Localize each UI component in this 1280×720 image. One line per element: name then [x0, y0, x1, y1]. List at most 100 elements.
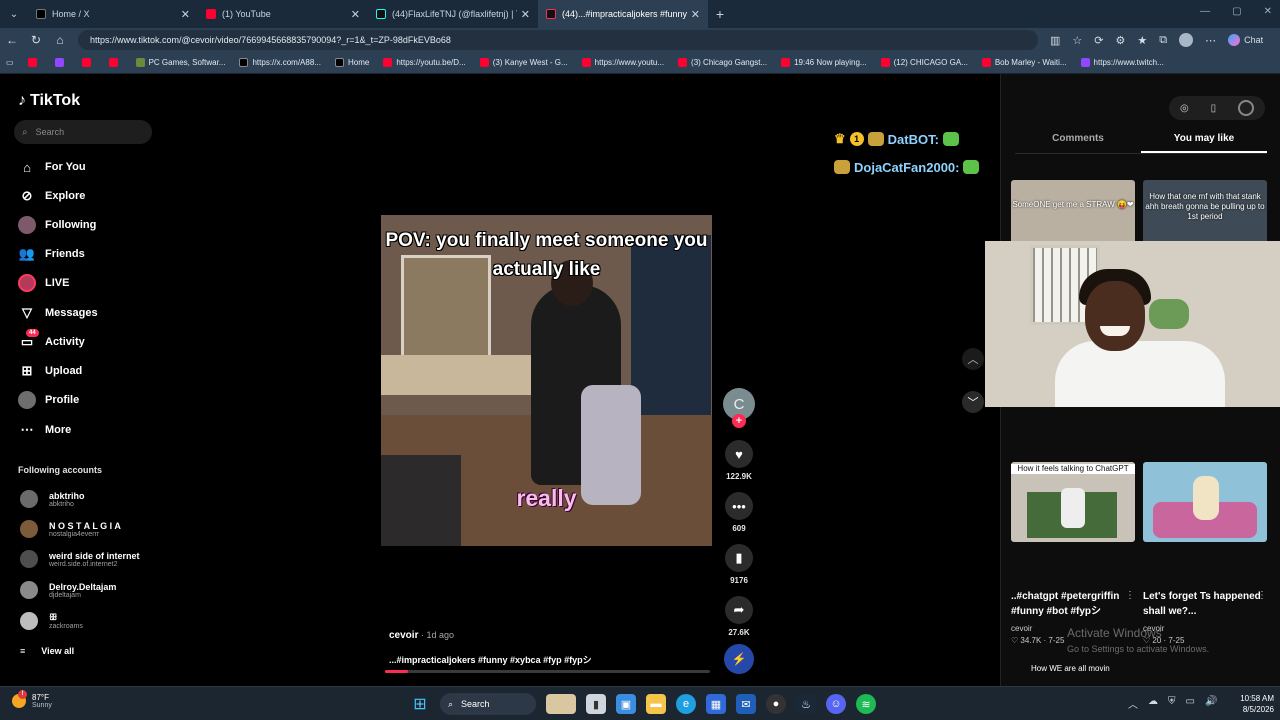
favorites-icon[interactable]: ★: [1137, 34, 1147, 47]
taskbar-search[interactable]: ⌕ Search: [440, 693, 536, 715]
minimize-icon[interactable]: —: [1200, 6, 1210, 17]
close-window-icon[interactable]: ✕: [1264, 6, 1272, 17]
comment-button[interactable]: ••• 609: [722, 492, 756, 533]
back-icon[interactable]: ←: [0, 33, 24, 47]
store-icon[interactable]: ▦: [706, 694, 726, 714]
nav-profile[interactable]: Profile: [18, 389, 79, 411]
previous-video-button[interactable]: ︿: [962, 348, 984, 370]
windows-start-icon[interactable]: ⊞: [410, 694, 430, 714]
close-icon[interactable]: ✕: [691, 8, 700, 21]
tab-you-may-like[interactable]: You may like: [1141, 124, 1267, 153]
security-icon[interactable]: ⛨: [1168, 696, 1176, 711]
split-screen-icon[interactable]: ▥: [1050, 34, 1060, 47]
close-icon[interactable]: ✕: [351, 8, 360, 21]
following-account[interactable]: weird side of internet weird.side.of.inte…: [20, 550, 140, 568]
nav-explore[interactable]: ⊘ Explore: [18, 185, 86, 207]
rec-author[interactable]: cevoir: [1011, 624, 1032, 633]
tab-comments[interactable]: Comments: [1015, 124, 1141, 153]
nav-upload[interactable]: ⊞ Upload: [18, 360, 83, 382]
nav-friends[interactable]: 👥 Friends: [18, 243, 85, 265]
nav-for-you[interactable]: ⌂ For You: [18, 156, 85, 178]
bookmark-item[interactable]: https://www.youtu...: [581, 58, 664, 67]
bookmark-item[interactable]: Bob Marley - Waiti...: [981, 58, 1067, 67]
bookmark-item[interactable]: PC Games, Softwar...: [135, 58, 225, 67]
rec-more-icon[interactable]: ⋮: [1125, 590, 1135, 601]
edge-icon[interactable]: e: [676, 694, 696, 714]
network-icon[interactable]: ▭: [1186, 696, 1195, 711]
bookmark-item[interactable]: [81, 58, 95, 67]
following-account[interactable]: ꕥ zackroams: [20, 612, 83, 630]
loading-icon[interactable]: [1238, 100, 1255, 116]
bookmark-item[interactable]: (12) CHICAGO GA...: [880, 58, 968, 67]
cloud-icon[interactable]: ☁: [1148, 696, 1158, 711]
close-icon[interactable]: ✕: [521, 8, 530, 21]
bookmark-item[interactable]: https://x.com/A88...: [239, 58, 321, 67]
rec-thumbnail[interactable]: How it feels talking to ChatGPT: [1011, 462, 1135, 542]
rec-title[interactable]: ..#chatgpt #petergriffin #funny #bot #fy…: [1011, 590, 1135, 619]
maximize-icon[interactable]: ▢: [1232, 6, 1241, 17]
bookmark-item[interactable]: 19:46 Now playing...: [781, 58, 867, 67]
bookmark-menu-icon[interactable]: ▭: [6, 58, 14, 67]
spotify-icon[interactable]: ≋: [856, 694, 876, 714]
outlook-icon[interactable]: ✉: [736, 694, 756, 714]
favorite-star-icon[interactable]: ☆: [1072, 34, 1082, 47]
app-notification-icon[interactable]: ●: [766, 694, 786, 714]
file-icon[interactable]: ▮: [586, 694, 606, 714]
more-options-icon[interactable]: ⋯: [1205, 34, 1216, 47]
rec-thumbnail[interactable]: [1143, 462, 1267, 542]
home-icon[interactable]: ⌂: [48, 33, 72, 47]
video-author[interactable]: cevoir: [389, 630, 418, 641]
like-button[interactable]: ♥ 122.9K: [722, 440, 756, 481]
chevron-up-icon[interactable]: ︿: [1128, 696, 1138, 711]
weather-widget[interactable]: ! 87°F Sunny: [12, 690, 52, 709]
volume-icon[interactable]: 🔊: [1205, 696, 1217, 711]
steam-icon[interactable]: ♨: [796, 694, 816, 714]
refresh-icon[interactable]: ↻: [24, 33, 48, 47]
taskbar-clock[interactable]: 10:58 AM 8/5/2026: [1230, 693, 1274, 715]
save-button[interactable]: ▮ 9176: [722, 544, 756, 585]
tab-x-home[interactable]: Home / X ✕: [28, 0, 198, 28]
bookmark-item[interactable]: [27, 58, 41, 67]
bookmark-item[interactable]: [54, 58, 68, 67]
bookmark-item[interactable]: Home: [334, 58, 369, 67]
nav-more[interactable]: ⋯ More: [18, 419, 72, 441]
bookmark-item[interactable]: https://www.twitch...: [1080, 58, 1164, 67]
tracking-icon[interactable]: ⚙: [1116, 34, 1126, 47]
nav-following[interactable]: Following: [18, 214, 96, 236]
bookmark-item[interactable]: (3) Chicago Gangst...: [678, 58, 767, 67]
tab-tiktok-video[interactable]: (44)...#impracticaljokers #funny # ✕: [538, 0, 708, 28]
new-tab-button[interactable]: +: [708, 6, 732, 22]
profile-avatar[interactable]: [1179, 33, 1194, 47]
rec-title[interactable]: Let's forget Ts happened shall we?...: [1143, 590, 1267, 619]
nav-activity[interactable]: ▭ 44 Activity: [18, 329, 85, 353]
music-disc-icon[interactable]: ⚡: [724, 644, 754, 674]
bookmark-item[interactable]: https://youtu.be/D...: [383, 58, 466, 67]
tab-tiktok-profile[interactable]: (44)FlaxLifeTNJ (@flaxlifetnj) | TikT ✕: [368, 0, 538, 28]
nav-messages[interactable]: ▽ Messages: [18, 302, 98, 324]
bookmark-item[interactable]: (3) Kanye West - G...: [479, 58, 568, 67]
compass-icon[interactable]: ◎: [1180, 103, 1189, 114]
tab-actions-chevron-icon[interactable]: ⌄: [0, 9, 28, 20]
video-player[interactable]: POV: you finally meet someone you actual…: [381, 215, 712, 546]
following-account[interactable]: N O S T A L G I Anostalgia4everrr: [20, 520, 121, 538]
follow-plus-icon[interactable]: +: [732, 414, 746, 428]
video-description[interactable]: ...#impracticaljokers #funny #xybca #fyp…: [389, 653, 592, 666]
photos-icon[interactable]: ▣: [616, 694, 636, 714]
phone-icon[interactable]: ▯: [1211, 103, 1217, 114]
copilot-chat-button[interactable]: Chat: [1228, 34, 1263, 46]
tab-youtube[interactable]: (1) YouTube ✕: [198, 0, 368, 28]
tiktok-logo[interactable]: ♪ TikTok: [18, 92, 80, 110]
video-progress-bar[interactable]: [385, 670, 710, 673]
following-account[interactable]: abktriho abktriho: [20, 490, 85, 508]
extensions-icon[interactable]: ⟳: [1094, 34, 1103, 47]
next-video-button[interactable]: ﹀: [962, 391, 984, 413]
view-all-link[interactable]: ≡ View all: [20, 646, 74, 656]
url-input[interactable]: https://www.tiktok.com/@cevoir/video/766…: [78, 30, 1038, 50]
folder-icon[interactable]: ▬: [646, 694, 666, 714]
widgets-icon[interactable]: [546, 694, 576, 714]
search-input[interactable]: ⌕ Search: [14, 120, 152, 144]
rec-more-icon[interactable]: ⋮: [1257, 590, 1267, 601]
discord-icon[interactable]: ☺: [826, 694, 846, 714]
share-button[interactable]: ➦ 27.6K: [722, 596, 756, 637]
nav-live[interactable]: LIVE: [18, 272, 69, 294]
